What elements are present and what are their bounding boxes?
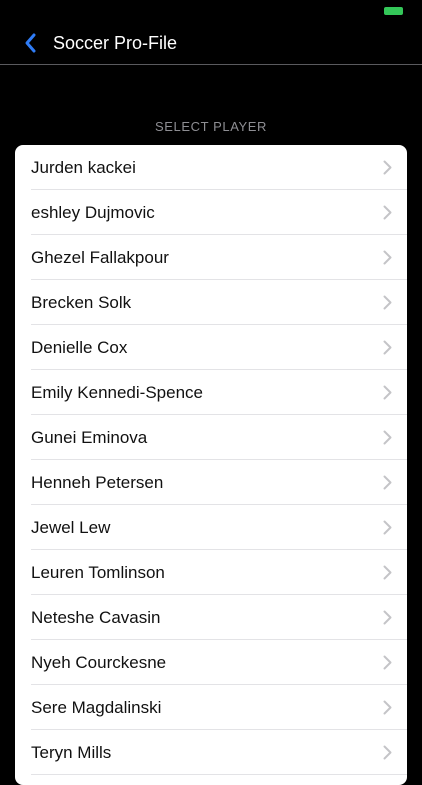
chevron-right-icon xyxy=(383,700,392,715)
list-item[interactable]: Ghezel Fallakpour xyxy=(15,235,407,280)
player-name: Ghezel Fallakpour xyxy=(31,248,169,267)
chevron-right-icon xyxy=(383,295,392,310)
chevron-right-icon xyxy=(383,520,392,535)
player-name: eshley Dujmovic xyxy=(31,203,155,222)
status-bar xyxy=(0,0,422,22)
chevron-right-icon xyxy=(383,250,392,265)
player-name: Denielle Cox xyxy=(31,338,128,357)
list-item[interactable]: Nyeh Courckesne xyxy=(15,640,407,685)
list-item[interactable]: Henneh Petersen xyxy=(15,460,407,505)
player-name: Teryn Mills xyxy=(31,743,112,762)
back-button[interactable] xyxy=(20,31,44,55)
chevron-right-icon xyxy=(383,430,392,445)
list-item[interactable]: Jurden kackei xyxy=(15,145,407,190)
chevron-right-icon xyxy=(383,745,392,760)
player-name: Henneh Petersen xyxy=(31,473,164,492)
player-name: Leuren Tomlinson xyxy=(31,563,165,582)
chevron-left-icon xyxy=(20,31,44,55)
list-item[interactable]: eshley Dujmovic xyxy=(15,190,407,235)
list-item[interactable]: Emily Kennedi-Spence xyxy=(15,370,407,415)
chevron-right-icon xyxy=(383,205,392,220)
list-item[interactable]: Neteshe Cavasin xyxy=(15,595,407,640)
section-header: SELECT PLAYER xyxy=(154,119,268,134)
battery-icon xyxy=(384,7,403,15)
list-item[interactable]: Leuren Tomlinson xyxy=(15,550,407,595)
chevron-right-icon xyxy=(383,160,392,175)
chevron-right-icon xyxy=(383,565,392,580)
list-item[interactable]: Jewel Lew xyxy=(15,505,407,550)
player-name: Emily Kennedi-Spence xyxy=(31,383,203,402)
player-name: Neteshe Cavasin xyxy=(31,608,161,627)
list-item[interactable]: Teryn Mills xyxy=(15,730,407,775)
player-name: Gunei Eminova xyxy=(31,428,148,447)
player-name: Sere Magdalinski xyxy=(31,698,162,717)
divider xyxy=(31,774,407,775)
list-item[interactable]: Brecken Solk xyxy=(15,280,407,325)
list-item[interactable]: Denielle Cox xyxy=(15,325,407,370)
chevron-right-icon xyxy=(383,340,392,355)
player-name: Jewel Lew xyxy=(31,518,111,537)
player-name: Brecken Solk xyxy=(31,293,132,312)
player-name: Jurden kackei xyxy=(31,158,136,177)
list-item[interactable]: Sere Magdalinski xyxy=(15,685,407,730)
chevron-right-icon xyxy=(383,475,392,490)
chevron-right-icon xyxy=(383,385,392,400)
list-item[interactable]: Gunei Eminova xyxy=(15,415,407,460)
player-list: Jurden kackei eshley Dujmovic Ghezel Falla… xyxy=(15,145,407,785)
chevron-right-icon xyxy=(383,655,392,670)
player-name: Nyeh Courckesne xyxy=(31,653,167,672)
navigation-bar: Soccer Pro-File xyxy=(0,22,422,65)
page-title: Soccer Pro-File xyxy=(53,33,178,53)
chevron-right-icon xyxy=(383,610,392,625)
